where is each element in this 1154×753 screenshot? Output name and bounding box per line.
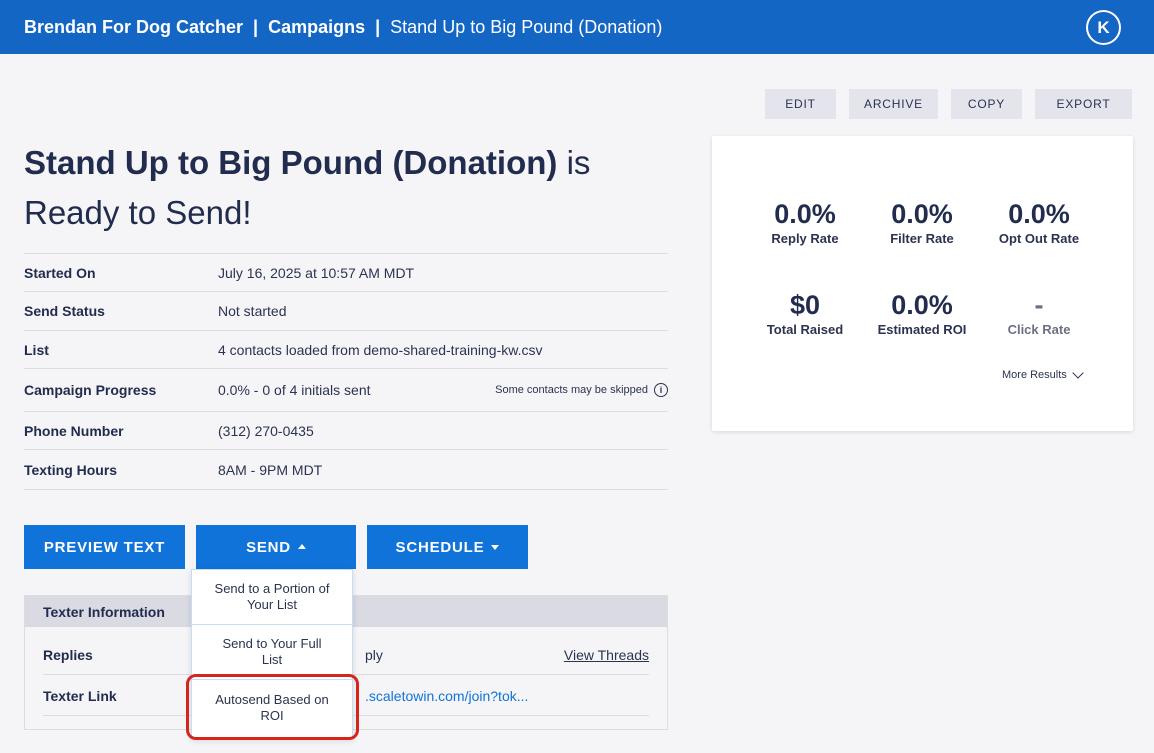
send-button[interactable]: SEND (196, 525, 356, 569)
campaign-stats-card: 0.0% Reply Rate 0.0% Filter Rate 0.0% Op… (712, 136, 1133, 431)
total-raised-value: $0 (789, 290, 821, 320)
send-full-list-option[interactable]: Send to Your Full List (192, 625, 352, 680)
primary-actions: PREVIEW TEXT SEND SCHEDULE (24, 525, 528, 569)
click-rate-value: - (1034, 290, 1044, 320)
reply-rate-label: Reply Rate (771, 231, 839, 246)
phone-label: Phone Number (24, 422, 124, 439)
info-row-progress: Campaign Progress 0.0% - 0 of 4 initials… (24, 369, 668, 412)
hours-label: Texting Hours (24, 461, 118, 478)
stat-click-rate: - Click Rate (974, 288, 1104, 337)
texter-link-label: Texter Link (43, 687, 117, 704)
replies-label: Replies (43, 646, 93, 663)
more-results-toggle[interactable]: More Results (1002, 367, 1084, 381)
click-rate-label: Click Rate (1007, 322, 1071, 337)
reply-rate-value: 0.0% (774, 199, 836, 229)
skip-note: Some contacts may be skipped i (495, 383, 668, 397)
hours-value: 8AM - 9PM MDT (218, 461, 323, 478)
started-value: July 16, 2025 at 10:57 AM MDT (218, 264, 415, 281)
caret-down-icon (491, 544, 500, 550)
info-row-phone: Phone Number (312) 270-0435 (24, 412, 668, 450)
list-label: List (24, 341, 49, 358)
edit-button[interactable]: EDIT (765, 89, 836, 119)
schedule-button[interactable]: SCHEDULE (367, 525, 528, 569)
more-results-label: More Results (1002, 369, 1067, 381)
caret-up-icon (297, 543, 306, 549)
breadcrumb-org[interactable]: Brendan For Dog Catcher (24, 17, 243, 38)
user-avatar[interactable]: K (1086, 10, 1121, 45)
list-value: 4 contacts loaded from demo-shared-train… (218, 341, 543, 358)
estimated-roi-label: Estimated ROI (877, 322, 967, 337)
phone-value: (312) 270-0435 (218, 422, 314, 439)
info-row-list: List 4 contacts loaded from demo-shared-… (24, 331, 668, 369)
breadcrumb-campaigns[interactable]: Campaigns (268, 17, 365, 38)
stat-filter-rate: 0.0% Filter Rate (857, 197, 987, 246)
highlight-annotation (186, 674, 359, 740)
breadcrumb-campaign: Stand Up to Big Pound (Donation) (390, 16, 663, 37)
opt-out-rate-label: Opt Out Rate (998, 231, 1080, 246)
send-portion-option[interactable]: Send to a Portion of Your List (192, 570, 352, 625)
campaign-actions: EDIT ARCHIVE COPY EXPORT (765, 89, 1132, 119)
preview-text-button[interactable]: PREVIEW TEXT (24, 525, 185, 569)
filter-rate-label: Filter Rate (890, 231, 954, 246)
status-label: Send Status (24, 303, 105, 319)
top-nav-bar: Brendan For Dog Catcher | Campaigns | St… (0, 0, 1154, 54)
stat-estimated-roi: 0.0% Estimated ROI (857, 288, 987, 337)
send-label: SEND (246, 538, 291, 556)
copy-button[interactable]: COPY (951, 89, 1022, 119)
breadcrumb-separator: | (253, 16, 259, 37)
campaign-headline: Stand Up to Big Pound (Donation) is Read… (24, 138, 684, 238)
skip-note-text: Some contacts may be skipped (495, 384, 648, 396)
campaign-info-table: Started On July 16, 2025 at 10:57 AM MDT… (24, 253, 668, 490)
stat-reply-rate: 0.0% Reply Rate (740, 197, 870, 246)
replies-value: ply (365, 647, 383, 663)
avatar-letter: K (1088, 12, 1119, 43)
export-button[interactable]: EXPORT (1035, 89, 1132, 119)
progress-value: 0.0% - 0 of 4 initials sent (218, 382, 371, 398)
texter-link-url[interactable]: .scaletowin.com/join?tok... (365, 688, 528, 704)
filter-rate-value: 0.0% (891, 199, 953, 229)
progress-label: Campaign Progress (24, 382, 157, 398)
chevron-down-icon (1072, 367, 1084, 379)
stat-opt-out-rate: 0.0% Opt Out Rate (974, 197, 1104, 246)
stat-total-raised: $0 Total Raised (740, 288, 870, 337)
campaign-name: Stand Up to Big Pound (Donation) (24, 144, 558, 181)
info-row-started: Started On July 16, 2025 at 10:57 AM MDT (24, 254, 668, 292)
opt-out-rate-value: 0.0% (1008, 199, 1070, 229)
total-raised-label: Total Raised (766, 322, 844, 337)
started-label: Started On (24, 264, 96, 281)
info-row-hours: Texting Hours 8AM - 9PM MDT (24, 450, 668, 490)
schedule-label: SCHEDULE (395, 538, 485, 556)
info-icon[interactable]: i (654, 383, 668, 397)
view-threads-link[interactable]: View Threads (564, 647, 649, 663)
info-row-status: Send Status Not started (24, 292, 668, 331)
status-value: Not started (218, 303, 287, 319)
breadcrumb-separator: | (375, 16, 381, 37)
archive-button[interactable]: ARCHIVE (849, 89, 938, 119)
estimated-roi-value: 0.0% (891, 290, 953, 320)
